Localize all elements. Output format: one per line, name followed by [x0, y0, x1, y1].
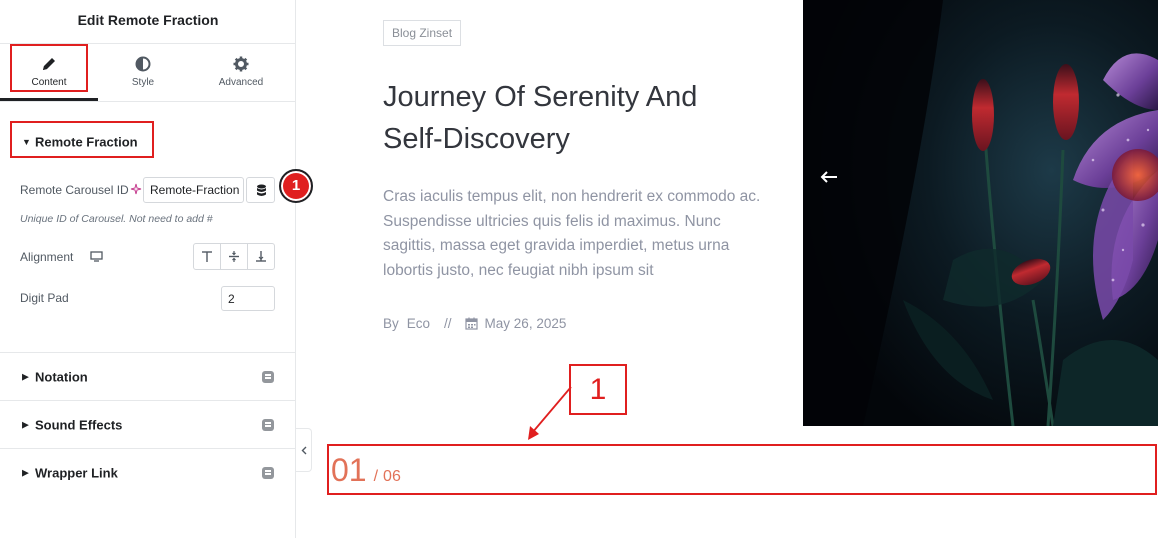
- alignment-control: [193, 243, 275, 270]
- dynamic-tags-button[interactable]: [246, 177, 275, 203]
- callout-number: 1: [589, 372, 607, 406]
- meta-date: May 26, 2025: [484, 316, 567, 331]
- section-sound-effects-label: Sound Effects: [35, 417, 123, 433]
- post-excerpt: Cras iaculis tempus elit, non hendrerit …: [383, 188, 761, 279]
- database-icon: [257, 184, 266, 196]
- tab-content-label: Content: [31, 77, 67, 88]
- align-middle-button[interactable]: [221, 244, 248, 269]
- section-wrapper-link[interactable]: ▶ Wrapper Link: [0, 449, 296, 497]
- section-remote-fraction[interactable]: ▼ Remote Fraction: [0, 118, 296, 166]
- category-tag[interactable]: Blog Zinset: [383, 20, 462, 46]
- carousel-id-help: Unique ID of Carousel. Not need to add #: [20, 213, 213, 225]
- tab-advanced[interactable]: Advanced: [192, 44, 290, 101]
- panel-title: Edit Remote Fraction: [0, 0, 296, 44]
- editor-panel: Edit Remote Fraction Content Style Advan…: [0, 0, 313, 538]
- section-wrapper-link-label: Wrapper Link: [35, 465, 118, 481]
- section-sound-effects[interactable]: ▶ Sound Effects: [0, 401, 296, 449]
- meta-author[interactable]: Eco: [407, 316, 430, 331]
- pro-badge-icon: [262, 467, 274, 479]
- align-bottom-button[interactable]: [248, 244, 274, 269]
- ai-sparkle-icon[interactable]: [130, 183, 142, 195]
- fraction-slash: /: [373, 468, 379, 485]
- digit-pad-input[interactable]: [221, 286, 275, 311]
- calendar-icon: [464, 317, 478, 330]
- flower-image: [803, 0, 1158, 426]
- fraction-total: 06: [383, 468, 401, 485]
- fraction-current: 01: [331, 452, 367, 488]
- post-title[interactable]: Journey Of Serenity And Self-Discovery: [383, 76, 763, 160]
- align-top-icon: [202, 251, 212, 262]
- collapse-panel-button[interactable]: [296, 428, 312, 472]
- post-meta: By Eco // May 26, 2025: [383, 316, 566, 331]
- section-notation[interactable]: ▶ Notation: [0, 353, 296, 401]
- tab-style[interactable]: Style: [94, 44, 192, 101]
- section-notation-label: Notation: [35, 369, 88, 385]
- carousel-id-label: Remote Carousel ID: [20, 183, 129, 197]
- meta-separator: //: [444, 316, 452, 331]
- align-bottom-icon: [256, 251, 266, 262]
- callout-box: 1: [569, 364, 627, 415]
- desktop-icon[interactable]: [90, 251, 103, 262]
- half-circle-icon: [135, 56, 151, 72]
- tab-advanced-label: Advanced: [218, 77, 264, 88]
- caret-right-icon: ▶: [22, 371, 29, 382]
- remote-fraction: 01 / 06: [331, 452, 401, 489]
- meta-by: By: [383, 316, 399, 331]
- panel-tabs: Content Style Advanced: [0, 44, 296, 102]
- pro-badge-icon: [262, 419, 274, 431]
- post-image: [803, 0, 1158, 426]
- arrow-left-icon[interactable]: [820, 170, 838, 184]
- tab-content[interactable]: Content: [0, 44, 98, 101]
- callout-badge: 1: [279, 169, 313, 203]
- chevron-left-icon: [301, 446, 306, 454]
- gear-icon: [233, 56, 249, 72]
- align-middle-icon: [229, 251, 239, 262]
- pro-badge-icon: [262, 371, 274, 383]
- section-remote-fraction-label: Remote Fraction: [35, 134, 138, 150]
- caret-right-icon: ▶: [22, 419, 29, 430]
- tab-style-label: Style: [131, 77, 155, 88]
- caret-right-icon: ▶: [22, 467, 29, 478]
- caret-down-icon: ▼: [22, 137, 31, 147]
- carousel-id-input[interactable]: [143, 177, 244, 203]
- align-top-button[interactable]: [194, 244, 221, 269]
- pencil-icon: [43, 58, 55, 70]
- fraction-highlight: [327, 444, 1157, 495]
- digit-pad-label: Digit Pad: [20, 291, 69, 305]
- callout-arrow: [528, 386, 572, 440]
- alignment-label: Alignment: [20, 250, 74, 264]
